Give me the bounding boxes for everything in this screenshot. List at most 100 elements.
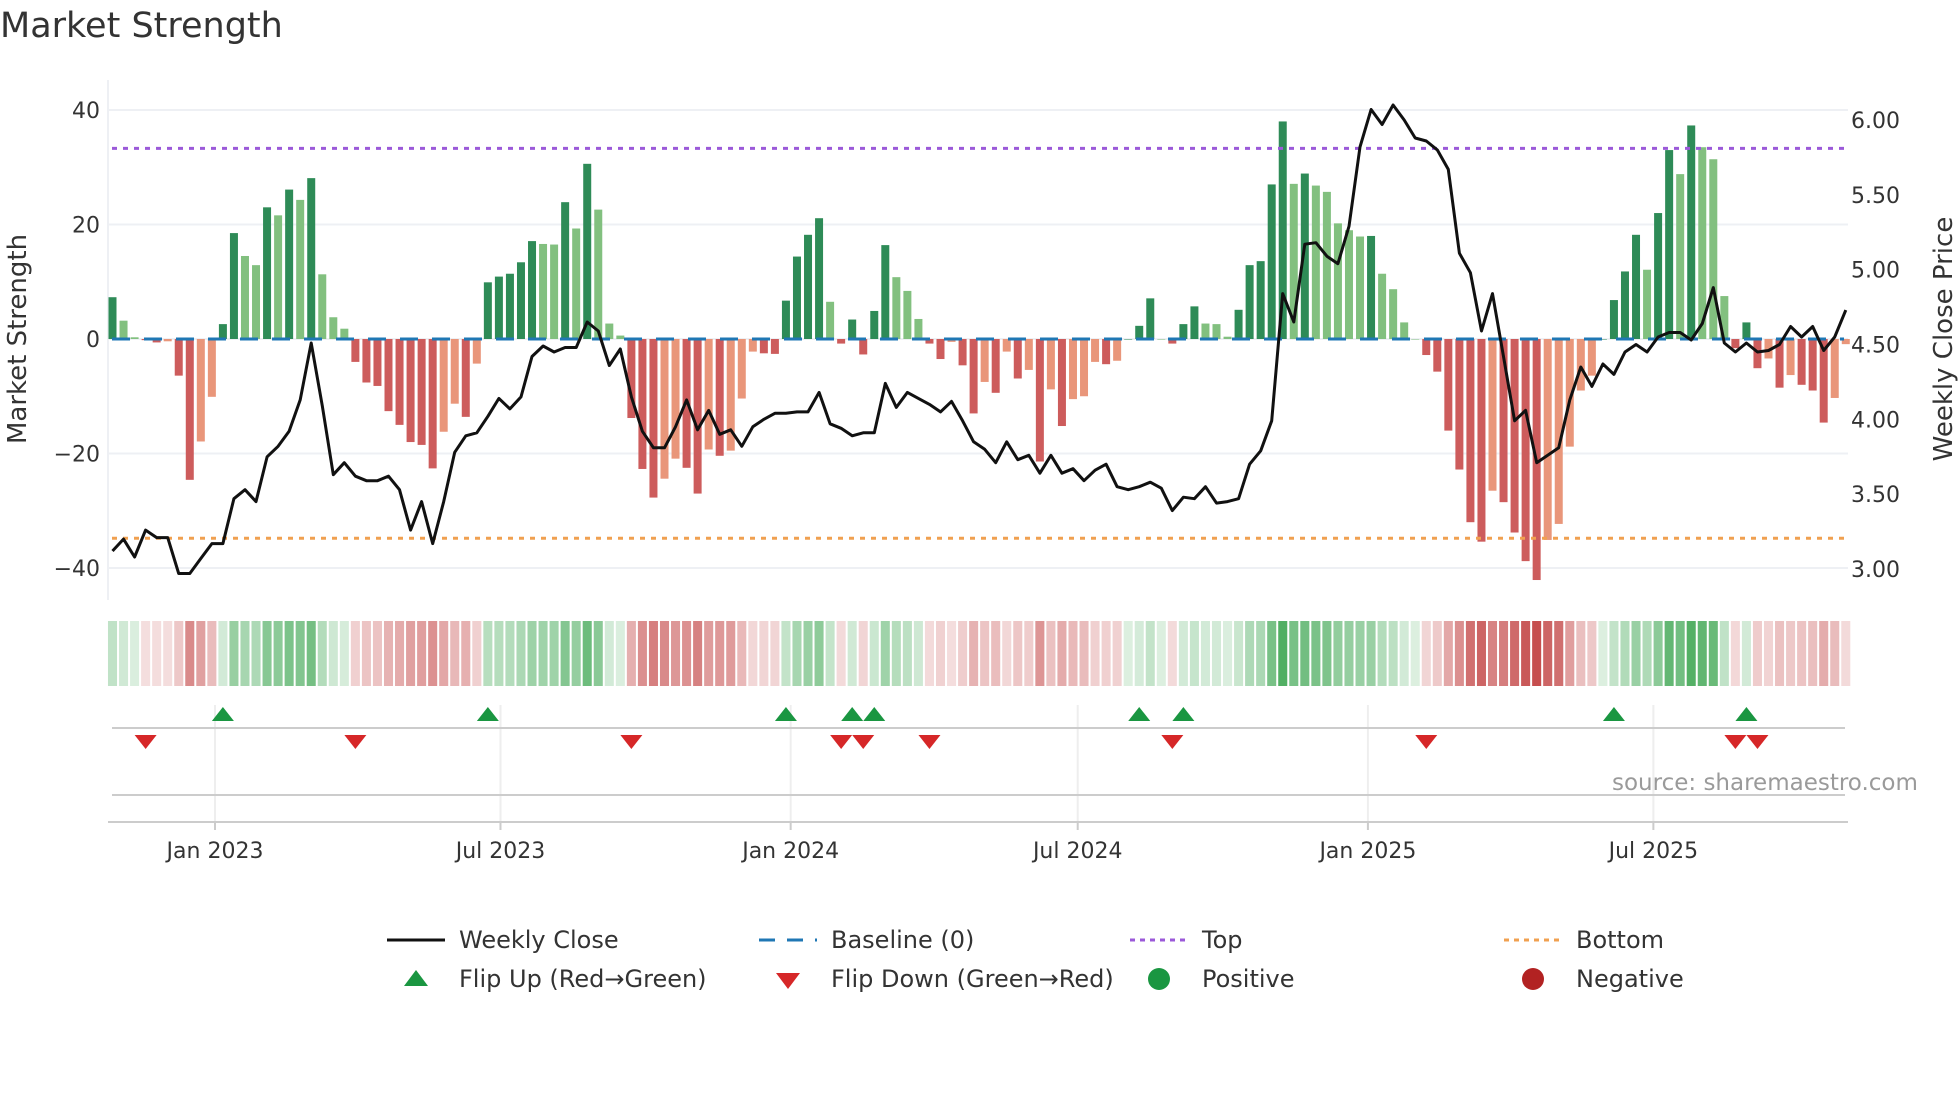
heatmap-cell	[615, 621, 625, 686]
heatmap-cell	[969, 621, 979, 686]
heatmap-cell	[947, 621, 957, 686]
heatmap-cell	[1311, 621, 1321, 686]
strength-bar	[1344, 230, 1353, 339]
heatmap-cell	[1465, 621, 1475, 686]
heatmap-cell	[1598, 621, 1608, 686]
heatmap-cell	[1421, 621, 1431, 686]
heatmap-cell	[450, 621, 460, 686]
strength-bar	[1455, 339, 1464, 470]
strength-bar	[1587, 339, 1596, 376]
heatmap-cell	[1521, 621, 1531, 686]
flip-down-marker	[620, 735, 643, 749]
heatmap-cell	[1399, 621, 1409, 686]
heatmap-cell	[1355, 621, 1365, 686]
strength-bar	[1201, 323, 1210, 339]
heatmap-cell	[251, 621, 261, 686]
strength-bar	[373, 339, 382, 386]
heatmap-cell	[1631, 621, 1641, 686]
heatmap-cell	[659, 621, 670, 686]
x-tick-label: Jan 2025	[1317, 839, 1416, 864]
heatmap-cell	[604, 621, 614, 686]
heatmap-cell	[428, 621, 438, 686]
y2-tick-label: 4.00	[1851, 408, 1900, 433]
strength-bar	[494, 276, 503, 339]
strength-bar	[1632, 234, 1641, 339]
heatmap-cell	[836, 621, 846, 686]
heatmap-cell	[637, 621, 647, 686]
heatmap-cell	[1642, 621, 1652, 686]
strength-bar	[1179, 324, 1188, 339]
heatmap-cell	[803, 621, 813, 686]
flip-down-marker	[1161, 735, 1184, 749]
heatmap-cell	[1068, 621, 1078, 686]
heatmap-cell	[1145, 621, 1155, 686]
heatmap-cell	[119, 621, 129, 686]
heatmap-cell	[726, 621, 736, 686]
heatmap-cell	[1024, 621, 1034, 686]
flip-up-marker	[1128, 707, 1151, 721]
heatmap-cell	[715, 621, 725, 686]
heatmap-cell	[372, 621, 382, 686]
legend-weekly-close: Weekly Close	[387, 925, 619, 955]
heatmap-cell	[1808, 621, 1818, 686]
heatmap-cell	[582, 621, 592, 686]
heatmap-cell	[483, 621, 493, 686]
flip-down-marker	[1724, 735, 1747, 749]
heatmap-cell	[163, 621, 173, 686]
heatmap-cell	[1200, 621, 1210, 686]
heatmap-cell	[748, 621, 758, 686]
strength-bar	[1068, 339, 1077, 400]
heatmap-cell	[417, 621, 427, 686]
heatmap-cell	[350, 621, 360, 686]
x-tick-label: Jan 2024	[740, 839, 839, 864]
strength-bar	[461, 339, 470, 417]
heatmap-cell	[395, 621, 405, 686]
flip-down-marker	[918, 735, 941, 749]
heatmap-cell	[1510, 621, 1520, 686]
strength-bar	[108, 297, 117, 339]
strength-bar	[1035, 339, 1044, 462]
heatmap-cell	[472, 621, 482, 686]
heatmap-cell	[1322, 621, 1332, 686]
heatmap-cell	[339, 621, 349, 686]
circle-icon	[1148, 968, 1170, 990]
heatmap-cell	[1366, 621, 1376, 686]
y2-tick-label: 5.50	[1851, 184, 1900, 209]
strength-bar	[1676, 174, 1685, 339]
strength-bar	[748, 339, 757, 352]
circle-icon	[1522, 968, 1544, 990]
flip-down-marker	[1746, 735, 1769, 749]
heatmap-cell	[328, 621, 338, 686]
flip-down-marker	[344, 735, 367, 749]
strength-bar	[660, 339, 669, 479]
y-tick-label: −40	[54, 557, 100, 582]
strength-bar	[693, 339, 702, 494]
heatmap-cell	[1123, 621, 1133, 686]
heatmap-cell	[825, 621, 835, 686]
y-tick-label: 40	[72, 99, 100, 124]
strength-bar	[781, 300, 790, 339]
strength-bar	[1808, 339, 1817, 391]
heatmap-cell	[196, 621, 206, 686]
heatmap-cell	[439, 621, 449, 686]
legend-baseline: Baseline (0)	[759, 925, 974, 955]
heatmap-cell	[273, 621, 283, 686]
heatmap-cell	[1090, 621, 1100, 686]
heatmap-cell	[1035, 621, 1045, 686]
strength-bar	[1367, 235, 1376, 339]
flip-down-marker	[830, 735, 853, 749]
heatmap-cell	[107, 621, 118, 686]
strength-bar	[1400, 322, 1409, 339]
heatmap-cell	[847, 621, 857, 686]
strength-bar	[483, 282, 492, 339]
heatmap-cell	[1333, 621, 1343, 686]
strength-bar	[1333, 223, 1342, 339]
strength-bar	[1665, 150, 1674, 339]
heatmap-cell	[1278, 621, 1288, 686]
heatmap-cell	[958, 621, 968, 686]
strength-bar	[1024, 339, 1033, 370]
dotted-line-icon	[1130, 938, 1188, 942]
x-tick-label: Jul 2024	[1031, 839, 1123, 864]
heatmap-cell	[1256, 621, 1266, 686]
strength-bar	[516, 262, 525, 339]
